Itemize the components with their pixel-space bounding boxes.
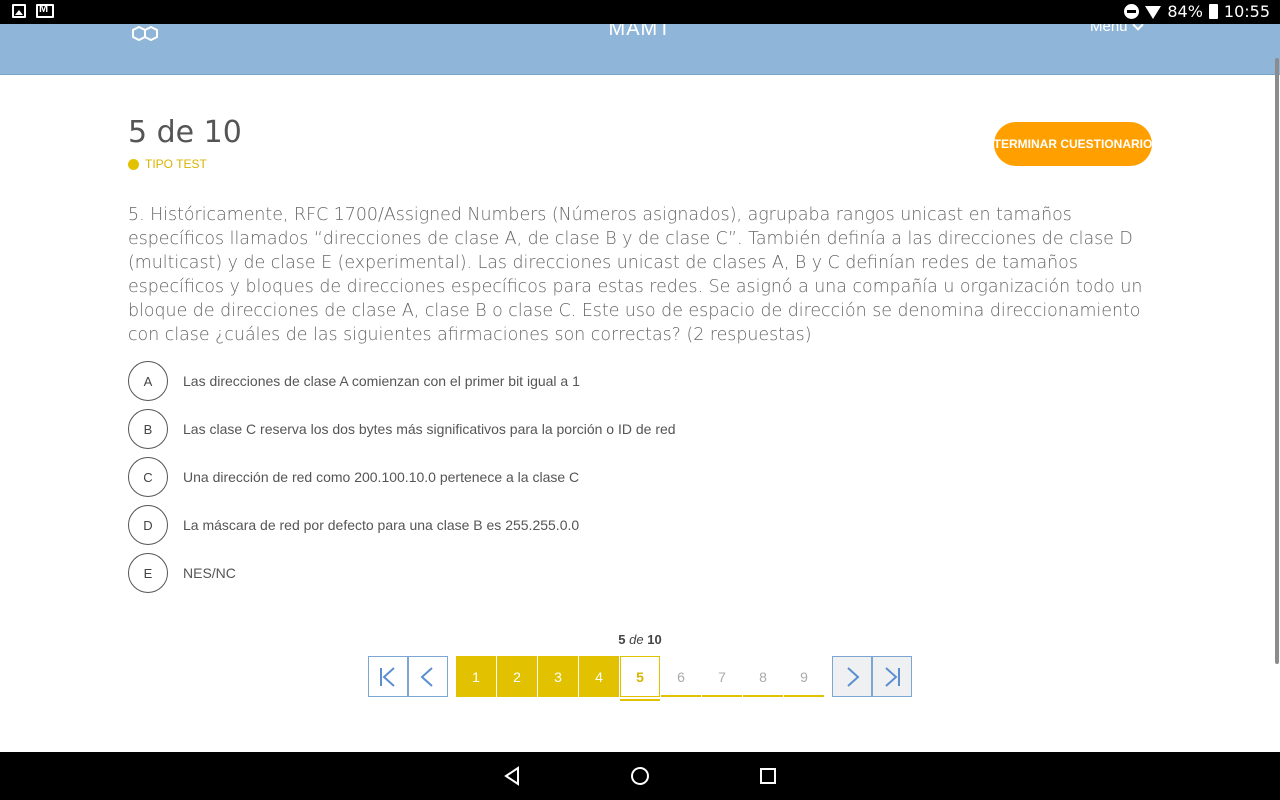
option-text[interactable]: Una dirección de red como 200.100.10.0 p…	[183, 469, 579, 485]
chevron-left-icon	[420, 666, 433, 687]
status-dot-icon	[128, 158, 139, 170]
page-counter: 5 de 10	[0, 632, 1280, 647]
menu-button[interactable]: Menu	[1090, 24, 1144, 35]
wifi-icon	[1145, 6, 1162, 19]
finish-quiz-button[interactable]: TERMINAR CUESTIONARIO	[994, 122, 1152, 166]
page-button-8[interactable]: 8	[743, 656, 783, 697]
page-button-9[interactable]: 9	[784, 656, 824, 697]
page-button-5[interactable]: 5	[620, 656, 660, 701]
page-button-7[interactable]: 7	[702, 656, 742, 697]
option-text[interactable]: Las direcciones de clase A comienzan con…	[183, 373, 580, 389]
home-icon[interactable]	[630, 766, 650, 786]
page-button-2[interactable]: 2	[497, 656, 537, 697]
status-bar: 84% 10:55	[0, 0, 1280, 24]
page-scrollbar[interactable]	[1275, 58, 1279, 664]
of-word: de	[629, 632, 644, 647]
option-c[interactable]: C Una dirección de red como 200.100.10.0…	[128, 457, 1128, 497]
first-page-icon	[380, 666, 395, 687]
gmail-icon	[36, 3, 54, 18]
option-d[interactable]: D La máscara de red por defecto para una…	[128, 505, 1128, 545]
page-title: 5 de 10	[128, 115, 242, 150]
menu-label: Menu	[1090, 24, 1128, 35]
option-letter[interactable]: C	[128, 457, 168, 497]
chevron-right-icon	[847, 666, 860, 687]
option-text[interactable]: Las clase C reserva los dos bytes más si…	[183, 421, 676, 437]
page-button-1[interactable]: 1	[456, 656, 496, 697]
battery-icon	[1208, 4, 1218, 19]
quiz-type-badge: TIPO TEST	[128, 157, 207, 171]
system-icons: 84% 10:55	[1124, 2, 1270, 21]
chevron-down-icon	[1131, 24, 1144, 31]
question-text: 5. Históricamente, RFC 1700/Assigned Num…	[128, 205, 1143, 345]
answer-options: A Las direcciones de clase A comienzan c…	[128, 361, 1128, 601]
option-text[interactable]: NES/NC	[183, 565, 236, 581]
option-letter[interactable]: E	[128, 553, 168, 593]
battery-percentage: 84%	[1167, 2, 1203, 21]
total-page-number: 10	[647, 632, 662, 647]
option-e[interactable]: E NES/NC	[128, 553, 1128, 593]
previous-page-button[interactable]	[408, 656, 448, 697]
dnd-icon	[1124, 4, 1140, 19]
notification-icons	[12, 3, 54, 18]
last-page-button[interactable]	[872, 656, 912, 697]
site-title: MAMT	[608, 24, 672, 40]
quiz-type-label: TIPO TEST	[145, 157, 207, 171]
option-letter[interactable]: D	[128, 505, 168, 545]
page-button-3[interactable]: 3	[538, 656, 578, 697]
recents-icon[interactable]	[758, 766, 778, 786]
image-icon	[12, 4, 26, 18]
option-b[interactable]: B Las clase C reserva los dos bytes más …	[128, 409, 1128, 449]
last-page-icon	[885, 666, 900, 687]
site-header: MAMT Menu	[0, 24, 1280, 75]
next-page-button[interactable]	[832, 656, 872, 697]
android-nav-bar	[0, 752, 1280, 800]
option-a[interactable]: A Las direcciones de clase A comienzan c…	[128, 361, 1128, 401]
current-page-number: 5	[618, 632, 626, 647]
option-letter[interactable]: A	[128, 361, 168, 401]
option-text[interactable]: La máscara de red por defecto para una c…	[183, 517, 579, 533]
option-letter[interactable]: B	[128, 409, 168, 449]
back-icon[interactable]	[502, 766, 522, 786]
page-button-6[interactable]: 6	[661, 656, 701, 697]
first-page-button[interactable]	[368, 656, 408, 697]
clock: 10:55	[1223, 2, 1270, 21]
page-button-4[interactable]: 4	[579, 656, 619, 697]
